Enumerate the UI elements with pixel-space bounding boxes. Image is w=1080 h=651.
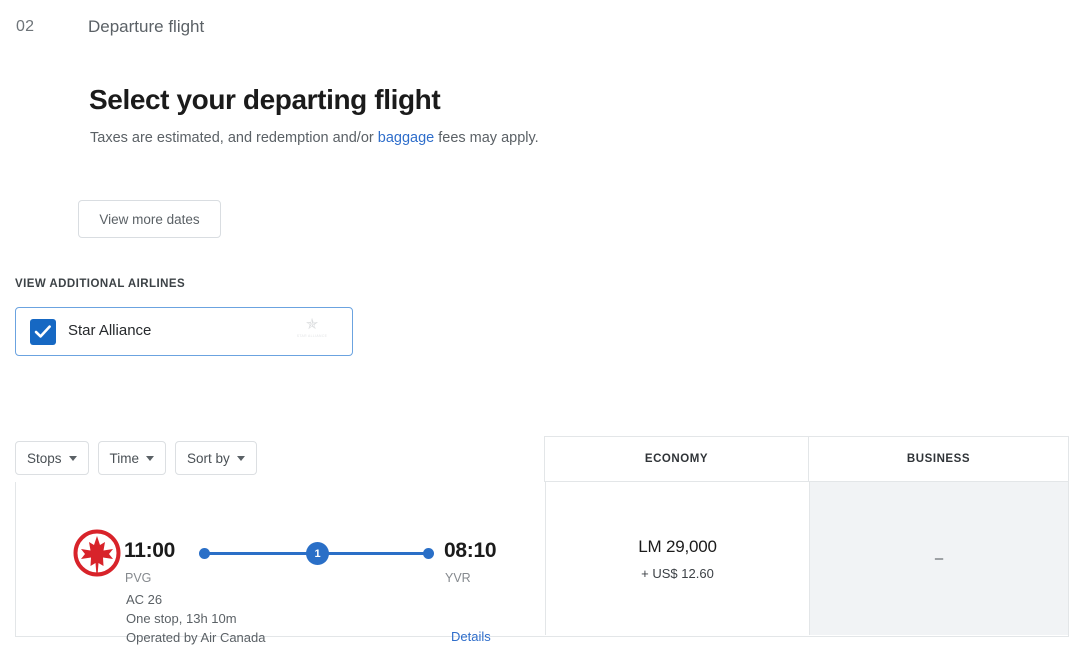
details-link[interactable]: Details [451, 629, 491, 644]
operated-by: Operated by Air Canada [126, 630, 266, 645]
column-header-business: BUSINESS [808, 436, 1069, 482]
checkmark-icon [34, 325, 51, 338]
page-subtitle: Taxes are estimated, and redemption and/… [90, 130, 539, 146]
filter-time-label: Time [109, 450, 140, 466]
step-number: 02 [16, 18, 35, 35]
chevron-down-icon [146, 455, 155, 461]
arrival-time: 08:10 [444, 539, 497, 562]
stop-count-badge: 1 [306, 542, 329, 565]
filter-sort-by-label: Sort by [187, 450, 230, 466]
step-header: 02 Departure flight [0, 0, 1080, 58]
star-alliance-label: Star Alliance [68, 322, 152, 339]
subtitle-text-before: Taxes are estimated, and redemption and/… [90, 130, 378, 146]
star-alliance-checkbox[interactable] [30, 319, 56, 345]
business-fare-cell: – [809, 482, 1068, 635]
flight-meta: AC 26 One stop, 13h 10m Operated by Air … [126, 590, 265, 647]
view-more-dates-button[interactable]: View more dates [78, 200, 221, 238]
economy-price: LM 29,000 + US$ 12.60 [546, 482, 809, 635]
business-unavailable: – [934, 550, 944, 567]
economy-fare-cell[interactable]: LM 29,000 + US$ 12.60 [545, 482, 809, 635]
filter-sort-by[interactable]: Sort by [175, 441, 257, 475]
economy-taxes: + US$ 12.60 [641, 565, 714, 581]
departure-airport-code: PVG [125, 571, 152, 585]
star-alliance-wordmark: STAR ALLIANCE [296, 334, 328, 338]
flight-results-table: Stops Time Sort by ECONOMY BUSINESS 11:0… [15, 436, 1069, 645]
flight-number: AC 26 [126, 592, 163, 607]
step-label: Departure flight [88, 17, 205, 36]
filter-stops[interactable]: Stops [15, 441, 89, 475]
departure-time: 11:00 [124, 539, 176, 562]
economy-points: LM 29,000 [638, 536, 717, 556]
air-canada-logo [73, 529, 121, 577]
chevron-down-icon [236, 455, 245, 461]
star-icon: ✯ [305, 316, 319, 333]
filter-time[interactable]: Time [97, 441, 167, 475]
filter-stops-label: Stops [27, 450, 62, 466]
flight-info-cell: 11:00 PVG 1 08:10 YVR AC 26 One stop, 13… [16, 482, 545, 645]
arrival-airport-code: YVR [445, 571, 471, 585]
baggage-link[interactable]: baggage [378, 130, 434, 146]
star-alliance-logo: ✯ STAR ALLIANCE [292, 317, 332, 349]
table-row: 11:00 PVG 1 08:10 YVR AC 26 One stop, 13… [15, 482, 1069, 645]
table-header-row: Stops Time Sort by ECONOMY BUSINESS [15, 436, 1069, 482]
page-title: Select your departing flight [89, 84, 441, 115]
star-alliance-option[interactable]: Star Alliance ✯ STAR ALLIANCE [15, 307, 353, 356]
flight-path-graphic: 1 [194, 542, 439, 566]
filter-bar: Stops Time Sort by [15, 441, 257, 475]
view-additional-airlines-label: VIEW ADDITIONAL AIRLINES [15, 278, 186, 290]
origin-dot-icon [199, 548, 210, 559]
subtitle-text-after: fees may apply. [434, 130, 539, 146]
column-header-economy: ECONOMY [544, 436, 809, 482]
chevron-down-icon [68, 455, 77, 461]
destination-dot-icon [423, 548, 434, 559]
flight-duration: One stop, 13h 10m [126, 611, 237, 626]
